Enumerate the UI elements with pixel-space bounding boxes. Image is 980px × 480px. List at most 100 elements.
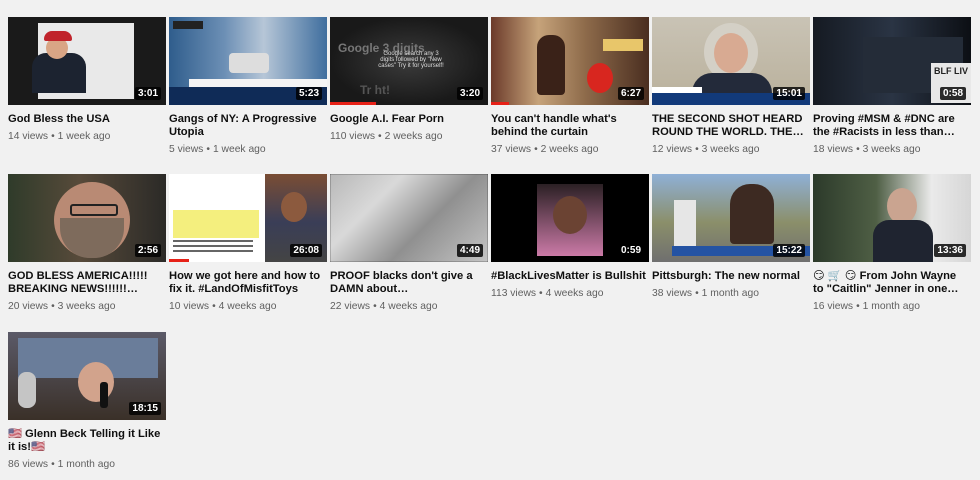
video-title[interactable]: You can't handle what's behind the curta… bbox=[491, 113, 647, 139]
video-thumbnail[interactable]: 4:49 bbox=[330, 174, 488, 262]
video-title[interactable]: 🇺🇸 Glenn Beck Telling it Like it is!🇺🇸 bbox=[8, 428, 164, 454]
video-card[interactable]: BLF LIV 0:58 Proving #MSM & #DNC are the… bbox=[813, 17, 971, 155]
video-thumbnail[interactable]: 13:36 bbox=[813, 174, 971, 262]
video-title[interactable]: Gangs of NY: A Progressive Utopia bbox=[169, 113, 325, 139]
duration-badge: 15:01 bbox=[773, 87, 805, 100]
thumbnail-caption: Google search any 3 digits followed by "… bbox=[378, 51, 444, 69]
video-card[interactable]: 13:36 😏 🛒 😏 From John Wayne to "Caitlin"… bbox=[813, 174, 971, 312]
video-meta: 12 views • 3 weeks ago bbox=[652, 144, 810, 155]
upload-age: 2 weeks ago bbox=[540, 144, 599, 155]
view-count: 18 views bbox=[813, 144, 854, 155]
duration-badge: 3:20 bbox=[456, 87, 483, 100]
watch-progress-bar bbox=[169, 259, 189, 262]
video-thumbnail[interactable]: 15:01 bbox=[652, 17, 810, 105]
duration-badge: 0:59 bbox=[617, 244, 644, 257]
meta-separator: • bbox=[534, 144, 538, 155]
video-thumbnail[interactable]: 0:59 bbox=[491, 174, 649, 262]
video-thumbnail[interactable]: 6:27 bbox=[491, 17, 649, 105]
meta-separator: • bbox=[378, 131, 382, 142]
video-thumbnail[interactable]: BLF LIV 0:58 bbox=[813, 17, 971, 105]
video-card[interactable]: 5:23 Gangs of NY: A Progressive Utopia 5… bbox=[169, 17, 327, 155]
duration-badge: 15:22 bbox=[773, 244, 805, 257]
duration-badge: 4:49 bbox=[456, 244, 483, 257]
watch-progress-bar bbox=[330, 102, 376, 105]
video-grid: 3:01 God Bless the USA 14 views • 1 week a… bbox=[0, 0, 980, 480]
upload-age: 2 weeks ago bbox=[384, 131, 443, 142]
duration-badge: 2:56 bbox=[134, 244, 161, 257]
upload-age: 3 weeks ago bbox=[701, 144, 760, 155]
video-meta: 113 views • 4 weeks ago bbox=[491, 288, 649, 299]
video-card[interactable]: Google 3 digits Google search any 3 digi… bbox=[330, 17, 488, 142]
meta-separator: • bbox=[206, 144, 210, 155]
video-card[interactable]: 4:49 PROOF blacks don't give a DAMN abou… bbox=[330, 174, 488, 312]
duration-badge: 18:15 bbox=[129, 402, 161, 415]
video-thumbnail[interactable]: 26:08 bbox=[169, 174, 327, 262]
view-count: 110 views bbox=[330, 131, 376, 142]
upload-age: 1 week ago bbox=[57, 131, 111, 142]
view-count: 37 views bbox=[491, 144, 532, 155]
video-title[interactable]: Pittsburgh: The new normal bbox=[652, 270, 808, 283]
upload-age: 4 weeks ago bbox=[218, 301, 277, 312]
upload-age: 1 month ago bbox=[701, 288, 759, 299]
duration-badge: 13:36 bbox=[934, 244, 966, 257]
video-card[interactable]: 18:15 🇺🇸 Glenn Beck Telling it Like it i… bbox=[8, 332, 166, 470]
video-meta: 14 views • 1 week ago bbox=[8, 131, 166, 142]
video-meta: 18 views • 3 weeks ago bbox=[813, 144, 971, 155]
meta-separator: • bbox=[695, 144, 699, 155]
video-title[interactable]: God Bless the USA bbox=[8, 113, 164, 126]
duration-badge: 26:08 bbox=[290, 244, 322, 257]
video-meta: 16 views • 1 month ago bbox=[813, 301, 971, 312]
video-title[interactable]: THE SECOND SHOT HEARD ROUND THE WORLD. T… bbox=[652, 113, 808, 139]
video-card[interactable]: 2:56 GOD BLESS AMERICA!!!!! BREAKING NEW… bbox=[8, 174, 166, 312]
video-thumbnail[interactable]: 5:23 bbox=[169, 17, 327, 105]
view-count: 14 views bbox=[8, 131, 49, 142]
view-count: 10 views bbox=[169, 301, 210, 312]
view-count: 20 views bbox=[8, 301, 49, 312]
video-thumbnail[interactable]: 2:56 bbox=[8, 174, 166, 262]
meta-separator: • bbox=[212, 301, 216, 312]
video-card[interactable]: 0:59 #BlackLivesMatter is Bullshit 113 v… bbox=[491, 174, 649, 299]
video-title[interactable]: Proving #MSM & #DNC are the #Racists in … bbox=[813, 113, 969, 139]
video-card[interactable]: 15:22 Pittsburgh: The new normal 38 view… bbox=[652, 174, 810, 299]
video-meta: 5 views • 1 week ago bbox=[169, 144, 327, 155]
video-title[interactable]: PROOF blacks don't give a DAMN about… bbox=[330, 270, 486, 296]
meta-separator: • bbox=[695, 288, 699, 299]
video-title[interactable]: #BlackLivesMatter is Bullshit bbox=[491, 270, 647, 283]
video-meta: 10 views • 4 weeks ago bbox=[169, 301, 327, 312]
view-count: 5 views bbox=[169, 144, 204, 155]
upload-age: 4 weeks ago bbox=[545, 288, 604, 299]
view-count: 22 views bbox=[330, 301, 371, 312]
video-meta: 86 views • 1 month ago bbox=[8, 459, 166, 470]
upload-age: 4 weeks ago bbox=[379, 301, 438, 312]
duration-badge: 3:01 bbox=[134, 87, 161, 100]
duration-badge: 6:27 bbox=[617, 87, 644, 100]
view-count: 16 views bbox=[813, 301, 854, 312]
view-count: 113 views bbox=[491, 288, 537, 299]
video-thumbnail[interactable]: Google 3 digits Google search any 3 digi… bbox=[330, 17, 488, 105]
video-meta: 38 views • 1 month ago bbox=[652, 288, 810, 299]
watch-progress-bar bbox=[491, 102, 509, 105]
meta-separator: • bbox=[539, 288, 543, 299]
meta-separator: • bbox=[856, 144, 860, 155]
video-meta: 20 views • 3 weeks ago bbox=[8, 301, 166, 312]
meta-separator: • bbox=[51, 131, 55, 142]
video-card[interactable]: 15:01 THE SECOND SHOT HEARD ROUND THE WO… bbox=[652, 17, 810, 155]
video-title[interactable]: 😏 🛒 😏 From John Wayne to "Caitlin" Jenne… bbox=[813, 270, 969, 296]
view-count: 12 views bbox=[652, 144, 693, 155]
video-card[interactable]: 26:08 How we got here and how to fix it.… bbox=[169, 174, 327, 312]
video-card[interactable]: 6:27 You can't handle what's behind the … bbox=[491, 17, 649, 155]
video-title[interactable]: Google A.I. Fear Porn bbox=[330, 113, 486, 126]
meta-separator: • bbox=[51, 459, 55, 470]
video-meta: 110 views • 2 weeks ago bbox=[330, 131, 488, 142]
video-title[interactable]: GOD BLESS AMERICA!!!!! BREAKING NEWS!!!!… bbox=[8, 270, 164, 296]
video-thumbnail[interactable]: 15:22 bbox=[652, 174, 810, 262]
duration-badge: 5:23 bbox=[295, 87, 322, 100]
video-card[interactable]: 3:01 God Bless the USA 14 views • 1 week a… bbox=[8, 17, 166, 142]
video-thumbnail[interactable]: 18:15 bbox=[8, 332, 166, 420]
upload-age: 1 week ago bbox=[212, 144, 266, 155]
video-title[interactable]: How we got here and how to fix it. #Land… bbox=[169, 270, 325, 296]
upload-age: 1 month ago bbox=[57, 459, 115, 470]
meta-separator: • bbox=[51, 301, 55, 312]
video-thumbnail[interactable]: 3:01 bbox=[8, 17, 166, 105]
view-count: 86 views bbox=[8, 459, 49, 470]
